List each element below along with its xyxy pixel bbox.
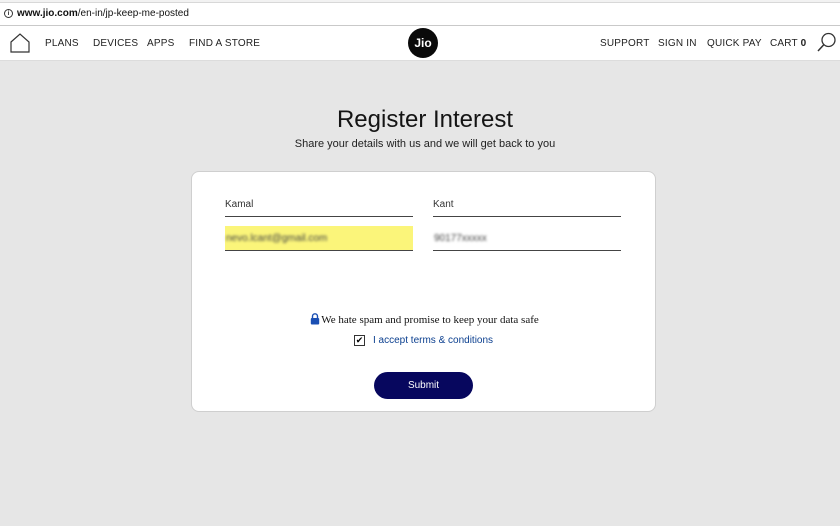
search-icon[interactable]: [816, 31, 838, 53]
email-input[interactable]: nevo.lcant@gmail.com: [225, 226, 413, 251]
page-subtitle: Share your details with us and we will g…: [294, 138, 556, 150]
phone-input[interactable]: 90177xxxxx: [433, 226, 621, 251]
info-icon[interactable]: i: [4, 9, 13, 18]
terms-row: ✔ I accept terms & conditions: [354, 335, 493, 346]
cart-label: CART: [770, 38, 798, 49]
address-bar[interactable]: i www.jio.com/en-in/jp-keep-me-posted: [0, 0, 840, 26]
spam-notice: We hate spam and promise to keep your da…: [192, 313, 657, 326]
url-text[interactable]: www.jio.com/en-in/jp-keep-me-posted: [17, 8, 189, 19]
nav-devices[interactable]: DEVICES: [93, 38, 138, 49]
email-value: nevo.lcant@gmail.com: [226, 232, 328, 244]
register-form-card: Kamal Kant nevo.lcant@gmail.com 90177xxx…: [191, 171, 656, 412]
url-host: www.jio.com: [17, 8, 78, 19]
first-name-field[interactable]: Kamal: [225, 199, 413, 217]
spam-notice-text: We hate spam and promise to keep your da…: [321, 314, 539, 326]
cart-count: 0: [800, 38, 807, 49]
url-path: /en-in/jp-keep-me-posted: [77, 8, 189, 19]
email-field[interactable]: nevo.lcant@gmail.com: [225, 226, 413, 251]
lock-icon: [311, 313, 320, 325]
submit-button[interactable]: Submit: [374, 372, 473, 399]
nav-quick-pay[interactable]: QUICK PAY: [707, 38, 762, 49]
nav-apps[interactable]: APPS: [147, 38, 174, 49]
terms-checkbox[interactable]: ✔: [354, 335, 365, 346]
nav-sign-in[interactable]: SIGN IN: [658, 38, 697, 49]
home-icon[interactable]: [9, 32, 31, 54]
nav-plans[interactable]: PLANS: [45, 38, 79, 49]
jio-logo[interactable]: Jio: [408, 28, 438, 58]
nav-cart[interactable]: CART 0: [770, 38, 806, 49]
phone-field[interactable]: 90177xxxxx: [433, 226, 621, 251]
nav-support[interactable]: SUPPORT: [600, 38, 650, 49]
first-name-input[interactable]: Kamal: [225, 199, 413, 217]
last-name-input[interactable]: Kant: [433, 199, 621, 217]
last-name-field[interactable]: Kant: [433, 199, 621, 217]
site-header: PLANS DEVICES APPS FIND A STORE Jio SUPP…: [0, 26, 840, 61]
phone-value: 90177xxxxx: [434, 232, 487, 244]
tab-strip: [0, 0, 840, 3]
page-title: Register Interest: [336, 106, 514, 133]
terms-link[interactable]: I accept terms & conditions: [373, 335, 493, 346]
nav-find-a-store[interactable]: FIND A STORE: [189, 38, 260, 49]
